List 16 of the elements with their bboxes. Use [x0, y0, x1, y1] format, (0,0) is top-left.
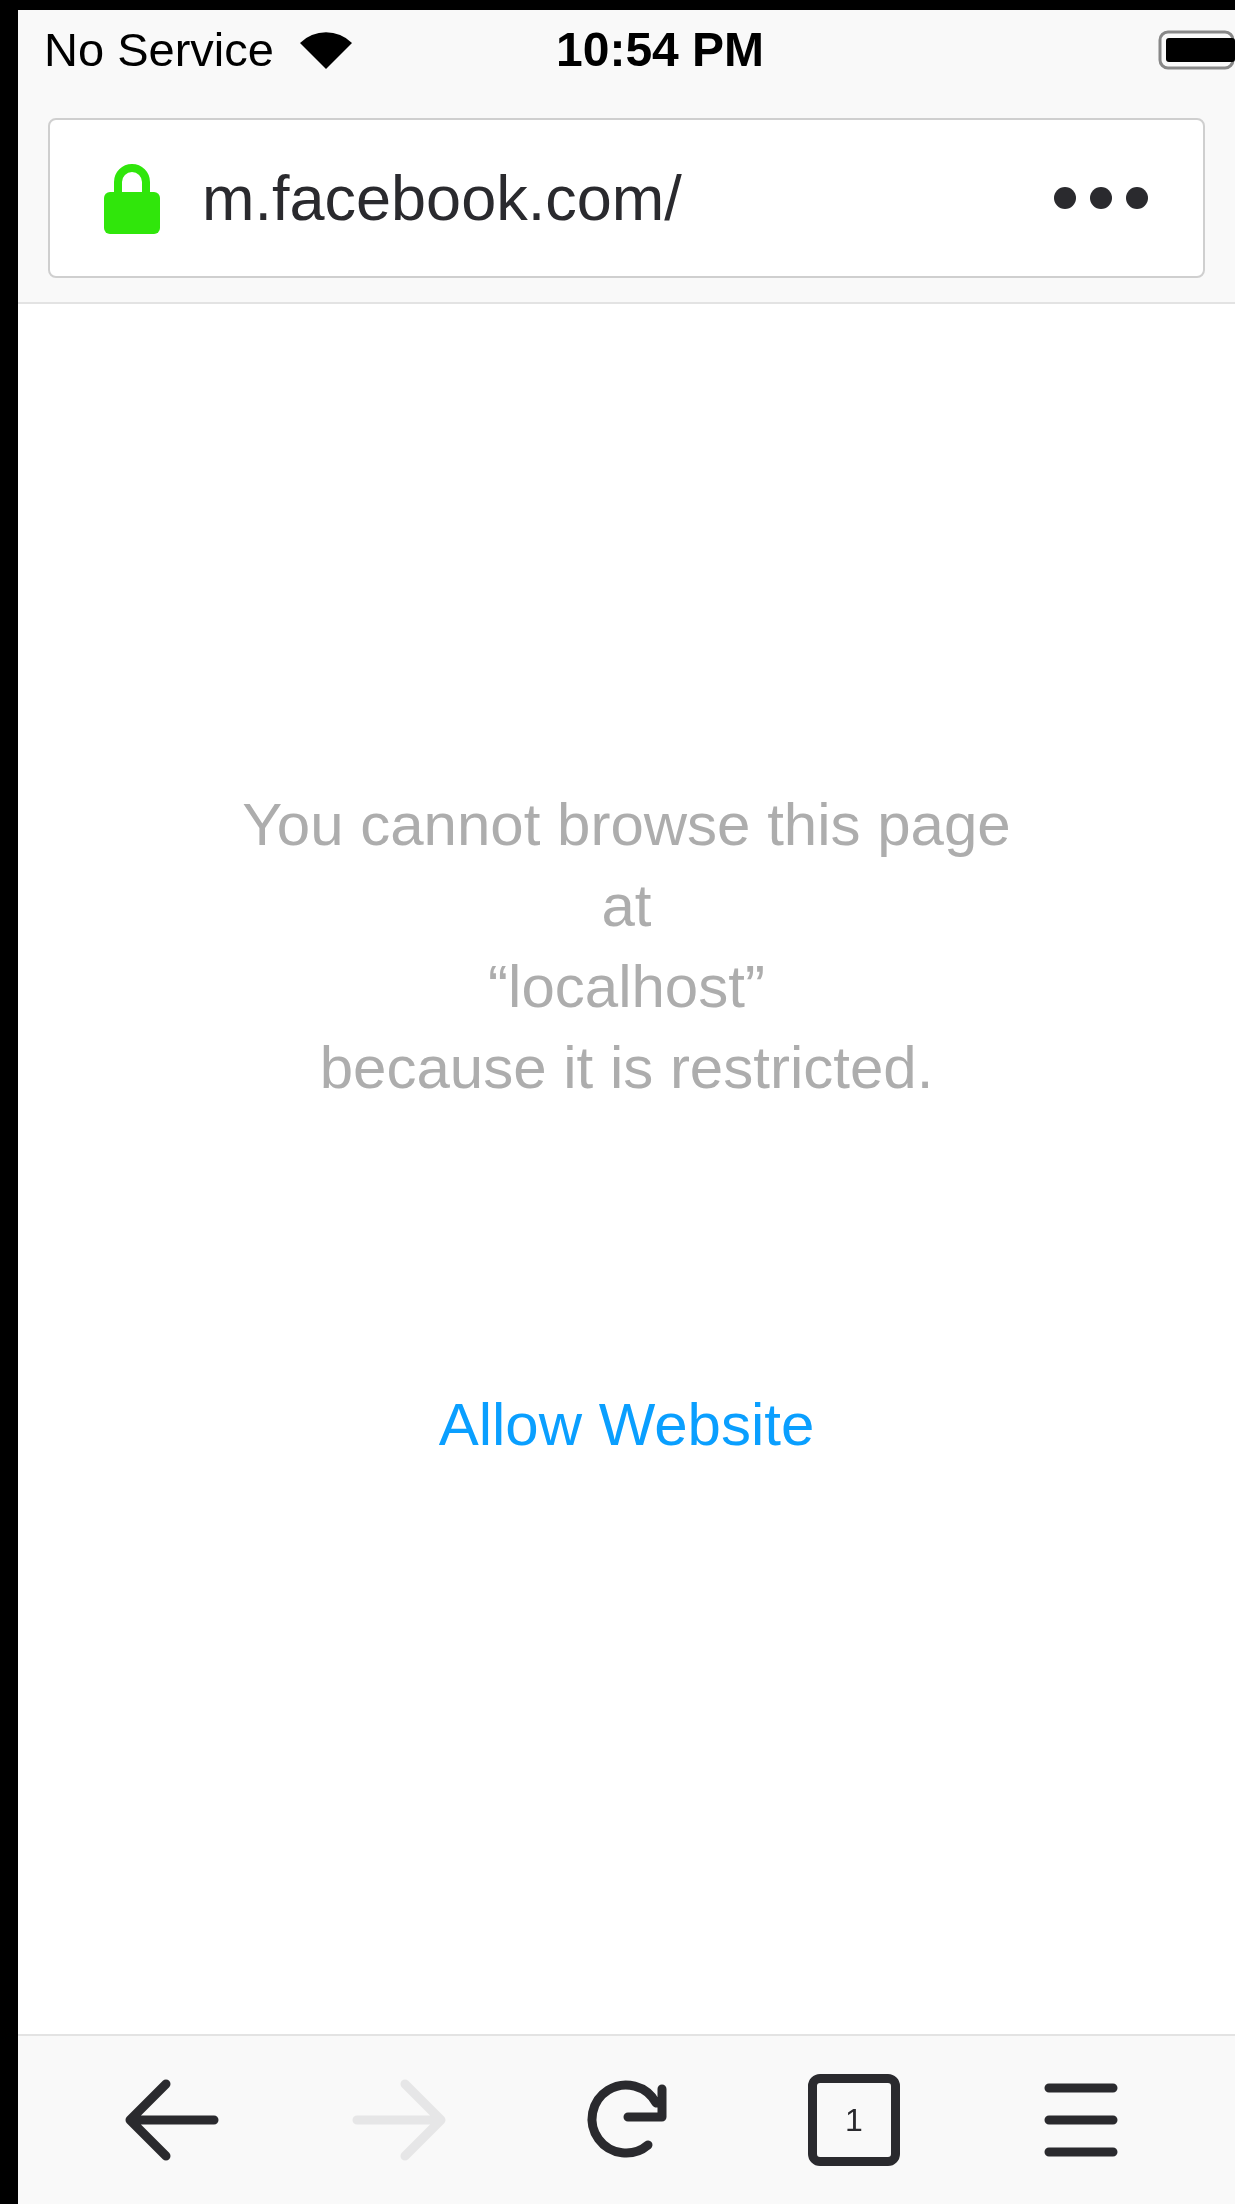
menu-icon: [1044, 2082, 1119, 2158]
wifi-icon: [299, 31, 352, 69]
carrier-label: No Service: [44, 21, 274, 78]
tab-count-button[interactable]: 1: [807, 2074, 900, 2166]
message-line: at: [601, 871, 652, 941]
menu-button[interactable]: [1044, 2082, 1119, 2158]
clock-label: 10:54 PM: [556, 22, 765, 78]
url-text: m.facebook.com/: [202, 161, 682, 235]
back-arrow-icon: [123, 2078, 220, 2162]
battery-icon: [1158, 30, 1235, 70]
more-options-icon[interactable]: [1053, 186, 1149, 210]
message-line: because it is restricted.: [319, 1033, 934, 1103]
back-button[interactable]: [123, 2078, 220, 2162]
address-bar[interactable]: m.facebook.com/: [48, 118, 1205, 278]
message-line: You cannot browse this page: [242, 790, 1011, 860]
message-line: “localhost”: [488, 952, 765, 1022]
